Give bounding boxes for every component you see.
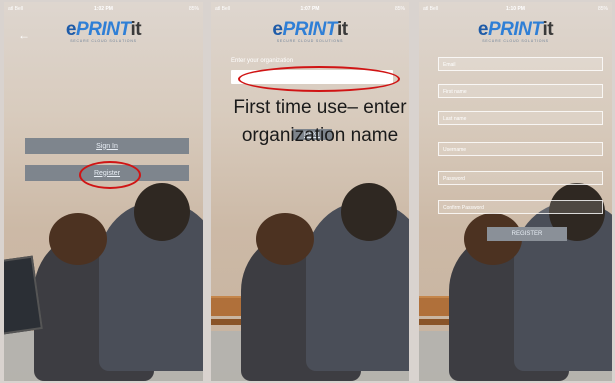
clock: 1:07 PM (300, 6, 320, 12)
phone-screen-signin: atl Bell 1:02 PM 85% ← ePRINTit SECURE C… (4, 2, 203, 381)
register-submit-button[interactable]: REGISTER (487, 227, 567, 241)
battery-label: 85% (188, 6, 199, 12)
eprintit-logo: ePRINTit SECURE CLOUD SOLUTIONS (211, 19, 409, 43)
confirm-password-field[interactable]: Confirm Password (438, 200, 603, 214)
annotation-circle (238, 66, 400, 92)
status-bar: atl Bell 1:02 PM 85% (4, 2, 203, 16)
clock: 1:02 PM (94, 6, 113, 12)
organization-label: Enter your organization (231, 58, 294, 64)
last-name-field[interactable]: Last name (438, 111, 603, 125)
annotation-circle (79, 161, 141, 189)
background-photo (4, 183, 203, 381)
logo-tagline: SECURE CLOUD SOLUTIONS (276, 39, 344, 43)
status-bar: atl Bell 1:07 PM 85% (211, 2, 409, 16)
email-field[interactable]: Email (438, 57, 603, 71)
status-bar: atl Bell 1:10 PM 85% (419, 2, 612, 16)
clock: 1:10 PM (506, 6, 525, 12)
battery-label: 85% (597, 6, 608, 12)
logo-tagline: SECURE CLOUD SOLUTIONS (70, 39, 137, 43)
first-name-field[interactable]: First name (438, 84, 603, 98)
phone-screen-organization: atl Bell 1:07 PM 85% ePRINTit SECURE CLO… (211, 2, 409, 381)
background-photo (211, 183, 409, 381)
phone-screen-register: atl Bell 1:10 PM 85% ePRINTit SECURE CLO… (419, 2, 612, 381)
eprintit-logo: ePRINTit SECURE CLOUD SOLUTIONS (419, 19, 612, 43)
stage: atl Bell 1:02 PM 85% ← ePRINTit SECURE C… (0, 0, 615, 383)
password-field[interactable]: Password (438, 171, 603, 185)
username-field[interactable]: Username (438, 142, 603, 156)
next-button[interactable]: NEXT (292, 129, 332, 140)
background-photo (419, 183, 612, 381)
sign-in-button[interactable]: Sign In (25, 138, 189, 154)
battery-label: 85% (394, 6, 405, 12)
logo-tagline: SECURE CLOUD SOLUTIONS (482, 39, 549, 43)
eprintit-logo: ePRINTit SECURE CLOUD SOLUTIONS (4, 19, 203, 43)
